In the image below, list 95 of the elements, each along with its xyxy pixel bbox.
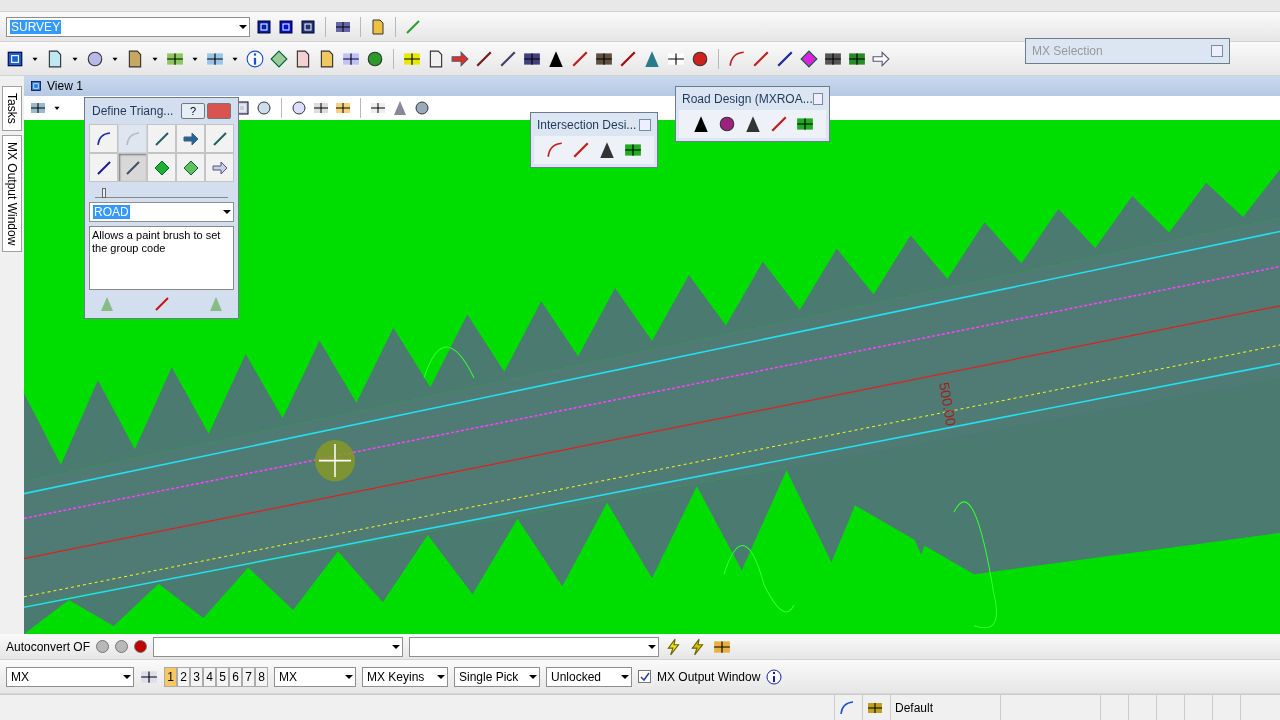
- diamond-frame-icon: [182, 159, 199, 176]
- arrows-icon: [182, 130, 199, 147]
- footprints-icon[interactable]: [291, 100, 307, 116]
- window-title: MX Selection: [1032, 44, 1103, 58]
- text-arrow-icon[interactable]: [872, 49, 890, 68]
- undo-icon: [95, 130, 112, 147]
- description-text: Allows a paint brush to set the group code: [89, 226, 234, 290]
- status-light[interactable]: [134, 640, 148, 653]
- tool-button[interactable]: [147, 124, 176, 153]
- toolbar-title: Road Design (MXROA...: [682, 92, 813, 106]
- tool-button[interactable]: [205, 124, 234, 153]
- monitor-icon[interactable]: [256, 18, 272, 35]
- lanes-icon[interactable]: [795, 115, 814, 133]
- side-tab[interactable]: Tasks: [2, 86, 22, 131]
- camera-icon[interactable]: [414, 100, 430, 116]
- signal-icon[interactable]: [598, 141, 616, 159]
- branch-icon[interactable]: [769, 115, 788, 133]
- ramp-icon[interactable]: [643, 49, 661, 68]
- view-number-button[interactable]: 5: [216, 666, 229, 687]
- redo-icon: [124, 130, 141, 147]
- output-window-checkbox[interactable]: [638, 670, 651, 683]
- pencil-page-icon[interactable]: [294, 49, 312, 68]
- side-tab[interactable]: MX Output Window: [2, 134, 22, 253]
- tool-button[interactable]: [176, 153, 205, 182]
- monitor-icon[interactable]: [300, 18, 316, 35]
- info-icon[interactable]: [246, 49, 264, 68]
- keyin-combo[interactable]: [409, 636, 660, 657]
- document-icon[interactable]: [427, 49, 445, 68]
- road-marking-icon[interactable]: [624, 141, 642, 159]
- road-icon[interactable]: [547, 49, 565, 68]
- view-number-button[interactable]: 4: [203, 666, 216, 687]
- tool-button[interactable]: [89, 153, 118, 182]
- tool-button[interactable]: [89, 124, 118, 153]
- window-icon[interactable]: [370, 100, 386, 116]
- view-number-button[interactable]: 7: [242, 666, 255, 687]
- pen-icon: [153, 130, 170, 147]
- status-light[interactable]: [96, 640, 110, 653]
- mode-combo[interactable]: Unlocked: [546, 666, 632, 687]
- point-line-icon[interactable]: [776, 49, 794, 68]
- view-undo-icon[interactable]: [313, 100, 329, 116]
- dialog-title: Define Triang...: [92, 104, 174, 118]
- hand-icon[interactable]: [256, 100, 272, 116]
- brush-icon: [124, 159, 141, 176]
- mode-combo[interactable]: MX Keyins: [362, 666, 448, 687]
- folder-icon[interactable]: [370, 18, 386, 35]
- car-icon[interactable]: [717, 115, 736, 133]
- status-light[interactable]: [115, 640, 129, 653]
- slider-track[interactable]: [95, 186, 228, 198]
- view-number-button[interactable]: 1: [164, 666, 177, 687]
- view-number-button[interactable]: 8: [255, 666, 268, 687]
- command-combo[interactable]: [153, 636, 404, 657]
- autoconvert-status: Autoconvert OF: [6, 639, 91, 654]
- pencil-icon[interactable]: [475, 49, 493, 68]
- output-window-label: MX Output Window: [657, 669, 761, 684]
- window-list-icon[interactable]: [30, 100, 46, 116]
- road-icon[interactable]: [691, 115, 710, 133]
- chain-icon[interactable]: [405, 18, 421, 35]
- sphere-icon[interactable]: [366, 49, 384, 68]
- crosshair-cursor-icon: [315, 439, 355, 482]
- diamond-icon: [153, 159, 170, 176]
- view-number-button[interactable]: 6: [229, 666, 242, 687]
- slider-thumb[interactable]: [101, 188, 106, 198]
- folder-search-icon[interactable]: [318, 49, 336, 68]
- tool-button[interactable]: [147, 153, 176, 182]
- tool-button[interactable]: [118, 153, 147, 182]
- close-button[interactable]: [812, 93, 823, 105]
- toolbar-title: Intersection Desi...: [537, 118, 637, 132]
- mode-combo[interactable]: Single Pick: [454, 666, 540, 687]
- road-icon[interactable]: [743, 115, 762, 133]
- pencil-icon[interactable]: [499, 49, 517, 68]
- close-button[interactable]: [639, 119, 651, 131]
- curve-icon[interactable]: [728, 49, 746, 68]
- arrow-icon: [211, 159, 228, 176]
- view-group-combo[interactable]: MX: [6, 666, 134, 687]
- info-icon[interactable]: [766, 668, 783, 685]
- tool-button[interactable]: [176, 124, 205, 153]
- document-icon[interactable]: [46, 49, 64, 68]
- close-button[interactable]: [1211, 45, 1223, 57]
- monitor-icon[interactable]: [278, 18, 294, 35]
- explode-icon[interactable]: [800, 49, 818, 68]
- view-title: View 1: [47, 79, 83, 93]
- chevron-icon[interactable]: [451, 49, 469, 68]
- picture-icon[interactable]: [126, 49, 144, 68]
- view-number-button[interactable]: 2: [177, 666, 190, 687]
- mode-combo[interactable]: MX: [274, 666, 356, 687]
- cloud-icon[interactable]: [86, 49, 104, 68]
- view-redo-icon[interactable]: [335, 100, 351, 116]
- car-icon[interactable]: [691, 49, 709, 68]
- view-number-button[interactable]: 3: [190, 666, 203, 687]
- path-icon[interactable]: [839, 699, 855, 716]
- filter-icon[interactable]: [392, 100, 408, 116]
- corner-icon[interactable]: [546, 141, 564, 159]
- chainage-label: 500.00: [936, 380, 960, 428]
- help-button[interactable]: ?: [181, 103, 205, 119]
- style-status: Default: [895, 700, 934, 715]
